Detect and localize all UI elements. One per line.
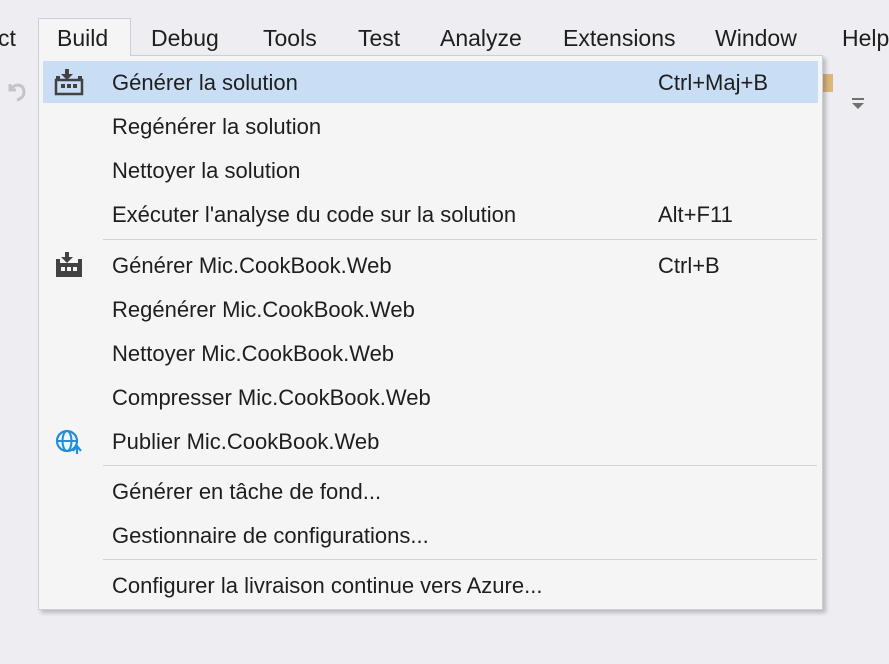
menu-tools[interactable]: Tools	[263, 18, 317, 56]
menu-separator	[103, 239, 817, 240]
menu-item-run-code-analysis[interactable]: Exécuter l'analyse du code sur la soluti…	[43, 193, 818, 235]
menu-item-label: Nettoyer la solution	[112, 158, 301, 183]
menu-item-label: Générer la solution	[112, 70, 298, 95]
menu-item-shortcut: Ctrl+B	[658, 253, 720, 278]
menu-item-label: Nettoyer Mic.CookBook.Web	[112, 341, 395, 366]
menu-separator	[103, 559, 817, 560]
menu-item-label: Regénérer la solution	[112, 114, 322, 139]
menu-item-rebuild-solution[interactable]: Regénérer la solution	[43, 105, 818, 147]
menu-item-label: Publier Mic.CookBook.Web	[112, 429, 380, 454]
folder-icon[interactable]	[823, 74, 833, 92]
menu-item-shortcut: Alt+F11	[658, 202, 733, 227]
menu-item-clean-solution[interactable]: Nettoyer la solution	[43, 149, 818, 191]
menu-item-label: Exécuter l'analyse du code sur la soluti…	[112, 202, 517, 227]
menu-help[interactable]: Help	[842, 18, 889, 56]
undo-icon[interactable]	[2, 76, 30, 104]
menu-item-label: Générer en tâche de fond...	[112, 479, 382, 504]
publish-globe-icon	[55, 429, 82, 454]
menu-item-rebuild-project[interactable]: Regénérer Mic.CookBook.Web	[43, 288, 818, 330]
build-solution-icon	[54, 69, 84, 96]
menu-item-background-build[interactable]: Générer en tâche de fond...	[43, 470, 818, 512]
menu-project[interactable]: ct	[0, 18, 16, 56]
menu-debug[interactable]: Debug	[151, 18, 219, 56]
menu-item-build-project[interactable]: Générer Mic.CookBook.Web Ctrl+B	[43, 244, 818, 286]
menu-item-build-solution[interactable]: Générer la solution Ctrl+Maj+B	[43, 61, 818, 103]
menu-item-publish-project[interactable]: Publier Mic.CookBook.Web	[43, 420, 818, 462]
menu-bar: ct Build Debug Tools Test Analyze Extens…	[0, 18, 889, 56]
menu-test[interactable]: Test	[358, 18, 400, 56]
menu-item-label: Gestionnaire de configurations...	[112, 523, 429, 548]
build-menu-dropdown: Générer la solution Ctrl+Maj+B Regénérer…	[38, 55, 823, 610]
menu-build[interactable]: Build	[38, 18, 131, 56]
menu-item-label: Compresser Mic.CookBook.Web	[112, 385, 431, 410]
menu-separator	[103, 465, 817, 466]
toolbar-overflow-icon[interactable]	[850, 96, 866, 110]
menu-window[interactable]: Window	[715, 18, 797, 56]
menu-item-label: Configurer la livraison continue vers Az…	[112, 573, 543, 598]
menu-item-shortcut: Ctrl+Maj+B	[658, 70, 769, 95]
menu-item-configure-azure-delivery[interactable]: Configurer la livraison continue vers Az…	[43, 564, 818, 606]
menu-item-clean-project[interactable]: Nettoyer Mic.CookBook.Web	[43, 332, 818, 374]
menu-analyze[interactable]: Analyze	[440, 18, 522, 56]
menu-extensions[interactable]: Extensions	[563, 18, 676, 56]
menu-item-label: Générer Mic.CookBook.Web	[112, 253, 392, 278]
build-project-icon	[56, 252, 82, 277]
menu-item-pack-project[interactable]: Compresser Mic.CookBook.Web	[43, 376, 818, 418]
menu-item-configuration-manager[interactable]: Gestionnaire de configurations...	[43, 514, 818, 556]
menu-item-label: Regénérer Mic.CookBook.Web	[112, 297, 415, 322]
